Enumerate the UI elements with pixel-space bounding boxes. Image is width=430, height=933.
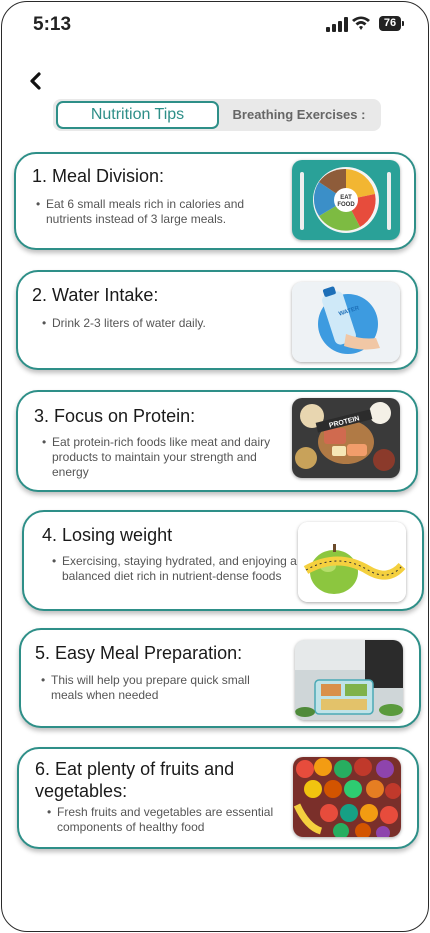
signal-icon	[326, 17, 348, 32]
protein-foods-image: PROTEIN	[292, 398, 400, 478]
healthy-plate-image: EAT FOOD	[292, 160, 400, 240]
tip-text: Fresh fruits and vegetables are essentia…	[47, 805, 293, 835]
tip-card-fruits-vegetables[interactable]: 6. Eat plenty of fruits and vegetables: …	[17, 747, 419, 849]
tip-text: Exercising, staying hydrated, and enjoyi…	[52, 554, 302, 584]
back-arrow-icon[interactable]	[26, 70, 46, 92]
phone-frame: 5:13 76 Nutrition Tips Breathing Exercis…	[1, 1, 429, 932]
tip-title: 4. Losing weight	[42, 525, 173, 545]
tab-nutrition-tips[interactable]: Nutrition Tips	[56, 101, 219, 129]
meal-prep-image	[295, 640, 403, 720]
svg-text:EAT: EAT	[340, 195, 352, 201]
tip-title: 5. Easy Meal Preparation:	[35, 643, 243, 663]
svg-text:FOOD: FOOD	[337, 202, 355, 208]
tip-card-protein[interactable]: 3. Focus on Protein: Eat protein-rich fo…	[16, 390, 418, 492]
tip-text: This will help you prepare quick small m…	[41, 673, 281, 703]
tip-title: 2. Water Intake:	[32, 285, 159, 305]
wifi-icon	[352, 16, 370, 30]
status-time: 5:13	[33, 14, 72, 35]
status-bar: 5:13 76	[2, 2, 428, 46]
fruits-vegetables-image	[293, 757, 401, 837]
tab-bar: Nutrition Tips Breathing Exercises :	[53, 99, 381, 131]
tip-text: Eat protein-rich foods like meat and dai…	[42, 435, 284, 480]
tip-card-meal-division[interactable]: 1. Meal Division: Eat 6 small meals rich…	[14, 152, 416, 250]
battery-indicator: 76	[379, 16, 404, 31]
tip-title: 3. Focus on Protein:	[34, 406, 196, 426]
apple-measuring-tape-image	[298, 522, 406, 602]
tip-card-water-intake[interactable]: 2. Water Intake: Drink 2-3 liters of wat…	[16, 270, 418, 370]
tip-text: Drink 2-3 liters of water daily.	[42, 316, 272, 331]
water-bottle-image: WATER	[292, 282, 400, 362]
tip-title: 1. Meal Division:	[32, 166, 165, 186]
tip-card-losing-weight[interactable]: 4. Losing weight Exercising, staying hyd…	[22, 510, 424, 611]
tip-text: Eat 6 small meals rich in calories and n…	[36, 197, 282, 227]
tab-breathing-exercises[interactable]: Breathing Exercises :	[223, 101, 375, 129]
tip-card-meal-preparation[interactable]: 5. Easy Meal Preparation: This will help…	[19, 628, 421, 728]
tip-title: 6. Eat plenty of fruits and vegetables:	[35, 759, 235, 801]
